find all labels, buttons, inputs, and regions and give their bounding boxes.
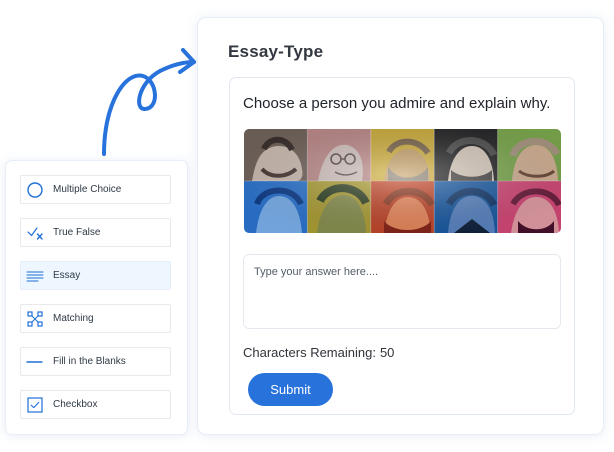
check-x-icon xyxy=(26,224,44,242)
question-type-matching[interactable]: Matching xyxy=(20,304,171,333)
question-card: Choose a person you admire and explain w… xyxy=(229,77,575,415)
dash-icon xyxy=(26,353,44,371)
curved-arrow-icon xyxy=(102,48,196,156)
matching-icon xyxy=(26,310,44,328)
question-type-checkbox[interactable]: Checkbox xyxy=(20,390,171,419)
question-type-label: Multiple Choice xyxy=(53,184,122,195)
question-type-label: Checkbox xyxy=(53,399,98,410)
question-type-multiple-choice[interactable]: Multiple Choice xyxy=(20,175,171,204)
page-title: Essay-Type xyxy=(228,42,324,61)
essay-answer-input[interactable] xyxy=(243,254,561,329)
characters-remaining: Characters Remaining: 50 xyxy=(243,345,394,360)
lines-icon xyxy=(26,267,44,285)
question-type-label: Essay xyxy=(53,270,81,281)
submit-button[interactable]: Submit xyxy=(248,373,333,406)
question-type-sidebar: Multiple Choice True False Essay Matchin… xyxy=(5,160,188,435)
question-type-true-false[interactable]: True False xyxy=(20,218,171,247)
question-prompt: Choose a person you admire and explain w… xyxy=(243,95,551,112)
question-type-fill-in-the-blanks[interactable]: Fill in the Blanks xyxy=(20,347,171,376)
question-type-label: Fill in the Blanks xyxy=(53,356,126,367)
question-type-label: Matching xyxy=(53,313,94,324)
characters-remaining-label: Characters Remaining: xyxy=(243,345,376,360)
portrait-collage-image xyxy=(244,129,561,233)
radio-circle-icon xyxy=(26,181,44,199)
characters-remaining-count: 50 xyxy=(379,345,395,360)
essay-question-panel: Essay-Type Choose a person you admire an… xyxy=(197,17,604,435)
question-type-label: True False xyxy=(53,227,101,238)
question-builder-screen: Multiple Choice True False Essay Matchin… xyxy=(0,0,614,452)
checkbox-icon xyxy=(26,396,44,414)
question-type-essay[interactable]: Essay xyxy=(20,261,171,290)
